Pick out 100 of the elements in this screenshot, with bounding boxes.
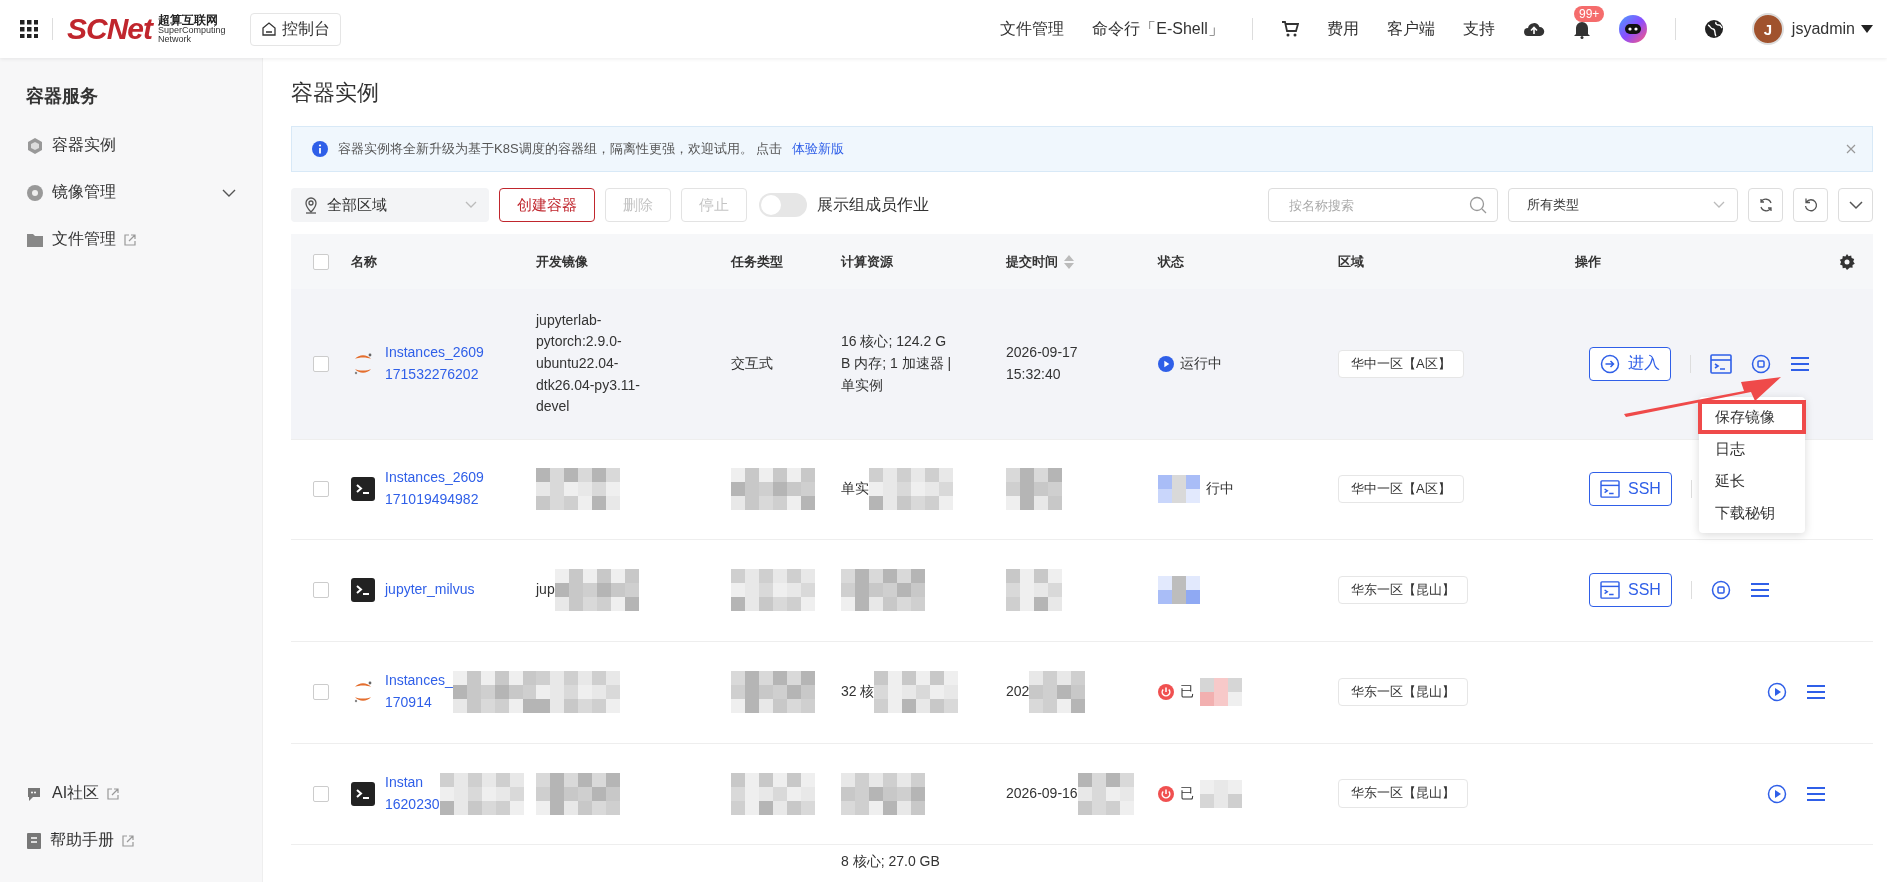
chevron-down-icon [465, 201, 477, 209]
menu-item[interactable]: 下载秘钥 [1699, 497, 1805, 529]
caret-icon[interactable] [1861, 25, 1873, 33]
table-cell-text: 2026-09-16 [1006, 783, 1078, 803]
row-checkbox[interactable] [313, 481, 329, 497]
type-select[interactable]: 所有类型 [1508, 188, 1738, 222]
sidebar-label: 文件管理 [52, 229, 116, 249]
search-box[interactable]: 按名称搜索 [1268, 188, 1498, 222]
instance-link[interactable]: Instan [385, 771, 440, 794]
region-tag: 华东一区【昆山】 [1338, 677, 1468, 707]
table-cell-text: jup [536, 580, 555, 600]
chevron-down-icon [222, 188, 236, 197]
search-icon [1469, 196, 1487, 214]
instance-link[interactable]: 1620230 [385, 793, 440, 816]
table-cell-text: pytorch:2.9.0- [536, 332, 623, 352]
console-button[interactable]: 控制台 [249, 12, 341, 46]
status-text: 运行中 [1180, 353, 1222, 373]
close-icon[interactable] [1846, 144, 1856, 154]
nav-link[interactable]: 费用 [1326, 18, 1359, 40]
cloud-upload-icon[interactable] [1522, 21, 1545, 37]
terminal-icon [1600, 480, 1620, 498]
home-icon [260, 21, 277, 37]
table-cell-text: 2026-09-17 [1006, 343, 1078, 363]
page-title: 容器实例 [291, 79, 380, 107]
select-all-checkbox[interactable] [313, 253, 329, 270]
menu-icon[interactable] [1790, 355, 1810, 372]
menu-item[interactable]: 保存镜像 [1699, 401, 1805, 433]
instance-link[interactable]: Instances_2609 [385, 467, 484, 489]
instance-link[interactable]: 170914 [385, 692, 453, 714]
menu-icon[interactable] [1749, 582, 1770, 598]
table-cell-text: dtk26.04-py3.11- [536, 375, 641, 395]
logo-text: SCNet [67, 12, 152, 46]
menu-item[interactable]: 延长 [1699, 465, 1805, 497]
username[interactable]: jsyadmin [1791, 20, 1855, 38]
region-select[interactable]: 全部区域 [291, 188, 489, 222]
stop-icon[interactable] [1710, 580, 1731, 600]
power-icon [1158, 785, 1174, 802]
refresh-button[interactable] [1793, 188, 1828, 222]
sidebar-item[interactable]: 文件管理 [0, 216, 262, 263]
menu-icon[interactable] [1806, 684, 1826, 700]
row-checkbox[interactable] [313, 785, 329, 802]
instance-link[interactable]: 171019494982 [385, 489, 484, 511]
sidebar-item[interactable]: 镜像管理 [0, 169, 262, 216]
nav-link[interactable]: 文件管理 [1000, 18, 1065, 40]
refresh-icon [1802, 197, 1819, 213]
row-checkbox[interactable] [313, 684, 329, 700]
apps-grid-icon[interactable] [20, 20, 38, 38]
table-cell-text: ubuntu22.04- [536, 353, 620, 373]
sidebar-item[interactable]: 容器实例 [0, 122, 262, 169]
region-tag: 华中一区【A区】 [1338, 474, 1464, 504]
logo-subtitle: 超算互联网 [158, 14, 218, 26]
sidebar-item[interactable]: 帮助手册 [0, 817, 262, 864]
instance-link[interactable]: 171532276202 [385, 363, 484, 386]
robot-icon[interactable] [1618, 15, 1647, 43]
nav-link[interactable]: 支持 [1462, 18, 1495, 40]
terminal-icon [351, 578, 375, 602]
enter-button[interactable]: 进入 [1589, 346, 1671, 381]
sidebar-title: 容器服务 [26, 85, 99, 108]
nav-link[interactable]: 客户端 [1386, 18, 1435, 40]
sync-button[interactable] [1748, 188, 1783, 222]
member-jobs-toggle[interactable] [759, 193, 807, 217]
cart-icon[interactable] [1280, 21, 1299, 37]
column-header: 状态 [1158, 253, 1184, 269]
stop-icon[interactable] [1751, 353, 1771, 374]
info-icon [312, 141, 328, 157]
bell-icon[interactable] [1572, 19, 1591, 39]
ssh-button[interactable]: SSH [1589, 472, 1672, 506]
chevron-down-icon [1848, 200, 1863, 210]
user-avatar[interactable]: J [1751, 13, 1784, 45]
sidebar-item[interactable]: AI社区 [0, 770, 262, 817]
column-header: 任务类型 [731, 253, 783, 269]
terminal-icon [351, 477, 375, 501]
sync-icon [1757, 197, 1774, 213]
menu-item[interactable]: 日志 [1699, 433, 1805, 465]
ssh-button[interactable]: SSH [1589, 573, 1672, 607]
instance-link[interactable]: Instances_ [385, 670, 453, 692]
region-tag: 华中一区【A区】 [1338, 349, 1464, 378]
terminal-icon[interactable] [1710, 353, 1732, 374]
logo-caption: Network [158, 35, 192, 44]
instance-link[interactable]: Instances_2609 [385, 342, 484, 364]
play-icon[interactable] [1767, 783, 1787, 804]
notice-text: 容器实例将全新升级为基于K8S调度的容器组，隔离性更强，欢迎试用。 点击 [338, 140, 783, 158]
column-header: 区域 [1338, 253, 1364, 269]
play-icon[interactable] [1767, 682, 1787, 702]
create-button[interactable]: 创建容器 [499, 188, 595, 222]
try-new-link[interactable]: 体验新版 [792, 140, 845, 158]
row-checkbox[interactable] [313, 582, 329, 598]
globe-icon[interactable] [1703, 19, 1724, 39]
row-checkbox[interactable] [313, 355, 329, 372]
search-field[interactable]: 按名称搜索 [1287, 196, 1469, 214]
logo-caption: SuperComputing [158, 26, 226, 35]
instance-link[interactable]: jupyter_milvus [385, 579, 475, 601]
location-pin-icon [303, 196, 319, 214]
menu-icon[interactable] [1806, 785, 1826, 802]
column-header[interactable]: 提交时间 [1006, 253, 1058, 269]
nav-link[interactable]: 命令行「E-Shell」 [1092, 18, 1224, 40]
settings-icon[interactable] [1839, 253, 1855, 270]
table-cell-text: 单实例 [841, 375, 884, 395]
column-header: 开发镜像 [536, 253, 588, 269]
table-cell-text: 32 核 [841, 682, 875, 702]
